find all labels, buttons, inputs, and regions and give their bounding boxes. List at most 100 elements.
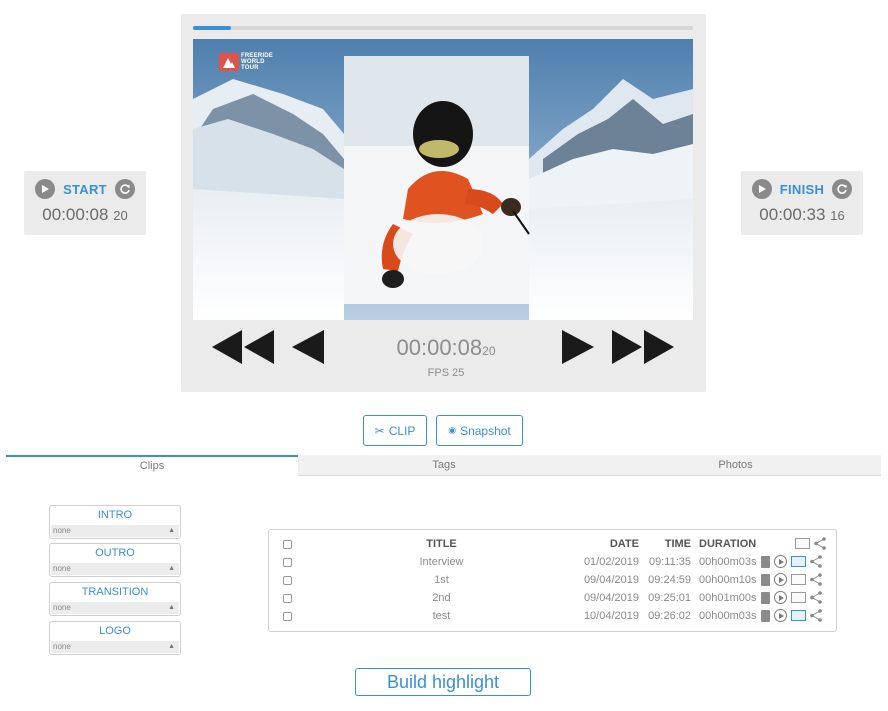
- intro-select-value[interactable]: none ▲: [51, 525, 179, 537]
- play-icon[interactable]: [774, 591, 787, 604]
- start-refresh-icon[interactable]: [114, 179, 135, 199]
- row-time: 09:11:35: [648, 556, 691, 568]
- step-forward-button[interactable]: [562, 330, 594, 369]
- row-time: 09:24:59: [648, 574, 691, 586]
- start-time: 00:00:08: [42, 205, 109, 224]
- build-highlight-button[interactable]: Build highlight: [355, 668, 531, 696]
- row-checkbox[interactable]: [283, 594, 292, 603]
- forward-fast-icon: [612, 330, 674, 364]
- header-time: TIME: [664, 538, 691, 550]
- row-time: 09:25:01: [648, 592, 691, 604]
- row-title: 2nd: [432, 592, 451, 604]
- finish-time: 00:00:33: [759, 205, 826, 224]
- snapshot-icon: ◉: [448, 425, 457, 435]
- row-actions: [761, 573, 822, 586]
- video-logo-text: FREERIDE WORLD TOUR: [241, 53, 273, 71]
- outro-value: none: [53, 564, 71, 573]
- row-actions: [761, 555, 822, 568]
- play-icon[interactable]: [774, 609, 787, 622]
- table-row[interactable]: 2nd 09/04/2019 09:25:01 00h01m00s: [269, 590, 836, 608]
- tab-photos[interactable]: Photos: [590, 455, 881, 476]
- select-arrow-icon: ▲: [168, 643, 175, 650]
- logo-select[interactable]: LOGO none ▲: [49, 621, 181, 655]
- start-timecode: 00:00:08 20: [24, 205, 146, 225]
- share-icon[interactable]: [810, 591, 822, 604]
- row-title: Interview: [419, 556, 464, 568]
- video-frame[interactable]: FREERIDE WORLD TOUR: [193, 39, 693, 320]
- rewind-fast-icon: [212, 330, 274, 364]
- finish-panel: FINISH 00:00:33 16: [741, 171, 863, 235]
- trash-icon[interactable]: [761, 573, 770, 586]
- intro-value: none: [53, 526, 71, 535]
- logo-mark-icon: [219, 53, 239, 71]
- transition-select-label: TRANSITION: [81, 586, 149, 598]
- row-checkbox[interactable]: [283, 558, 292, 567]
- tab-tags[interactable]: Tags: [298, 455, 590, 476]
- video-scene: [193, 39, 693, 320]
- tab-bar: Clips Tags Photos: [6, 455, 881, 476]
- start-frames: 20: [113, 208, 128, 223]
- share-icon[interactable]: [810, 609, 822, 622]
- finish-row: FINISH: [741, 179, 863, 199]
- film-icon[interactable]: [791, 592, 806, 603]
- row-title: test: [432, 610, 451, 622]
- row-actions: [761, 609, 822, 622]
- step-forward-icon: [562, 330, 594, 364]
- film-icon[interactable]: [791, 574, 806, 585]
- clip-button-label: CLIP: [388, 423, 416, 438]
- logo-value: none: [53, 642, 71, 651]
- row-date: 01/02/2019: [583, 556, 639, 568]
- play-icon[interactable]: [774, 573, 787, 586]
- header-title: TITLE: [426, 538, 457, 550]
- trash-icon[interactable]: [761, 591, 770, 604]
- share-icon[interactable]: [810, 555, 822, 568]
- play-icon[interactable]: [774, 555, 787, 568]
- video-logo: FREERIDE WORLD TOUR: [219, 53, 279, 71]
- finish-refresh-icon[interactable]: [832, 179, 853, 199]
- timecode-frames: 20: [482, 344, 496, 358]
- step-back-button[interactable]: [292, 330, 324, 369]
- trash-icon[interactable]: [761, 609, 770, 622]
- row-checkbox[interactable]: [283, 612, 292, 621]
- select-arrow-icon: ▲: [168, 565, 175, 572]
- film-icon[interactable]: [791, 610, 806, 621]
- row-checkbox[interactable]: [283, 576, 292, 585]
- row-title: 1st: [434, 574, 449, 586]
- rewind-fast-button[interactable]: [212, 330, 274, 369]
- intro-select[interactable]: INTRO none ▲: [49, 505, 181, 539]
- timecode-main: 00:00:08: [396, 335, 483, 360]
- select-arrow-icon: ▲: [168, 527, 175, 534]
- film-icon[interactable]: [795, 538, 810, 549]
- film-icon[interactable]: [791, 556, 806, 567]
- share-icon[interactable]: [814, 537, 826, 550]
- table-header: TITLE DATE TIME DURATION: [269, 536, 836, 554]
- step-back-icon: [292, 330, 324, 364]
- transition-select-value[interactable]: none ▲: [51, 602, 179, 614]
- outro-select-value[interactable]: none ▲: [51, 563, 179, 575]
- start-panel: START 00:00:08 20: [24, 171, 146, 235]
- logo-select-value[interactable]: none ▲: [51, 641, 179, 653]
- snapshot-button[interactable]: ◉ Snapshot: [436, 415, 523, 446]
- finish-label: FINISH: [779, 181, 825, 197]
- table-row[interactable]: test 10/04/2019 09:26:02 00h00m03s: [269, 608, 836, 626]
- clips-table: TITLE DATE TIME DURATION Interview 01/02…: [268, 529, 837, 632]
- fps-label: FPS 25: [427, 367, 465, 379]
- table-row[interactable]: Interview 01/02/2019 09:11:35 00h00m03s: [269, 554, 836, 572]
- start-row: START: [24, 179, 146, 199]
- clip-button[interactable]: ✂ CLIP: [363, 415, 427, 446]
- row-duration: 00h00m03s: [699, 556, 757, 568]
- progress-bar[interactable]: [193, 26, 693, 30]
- share-icon[interactable]: [810, 573, 822, 586]
- table-row[interactable]: 1st 09/04/2019 09:24:59 00h00m10s: [269, 572, 836, 590]
- select-all-checkbox[interactable]: [283, 540, 292, 549]
- start-play-icon[interactable]: [35, 179, 56, 199]
- row-date: 09/04/2019: [583, 592, 639, 604]
- finish-play-icon[interactable]: [751, 179, 772, 199]
- forward-fast-button[interactable]: [612, 330, 674, 369]
- scissors-icon: ✂: [374, 423, 385, 438]
- trash-icon[interactable]: [761, 555, 770, 568]
- outro-select[interactable]: OUTRO none ▲: [49, 543, 181, 577]
- tab-clips[interactable]: Clips: [6, 455, 298, 476]
- current-timecode: 00:00:0820: [396, 335, 496, 361]
- transition-select[interactable]: TRANSITION none ▲: [49, 582, 181, 616]
